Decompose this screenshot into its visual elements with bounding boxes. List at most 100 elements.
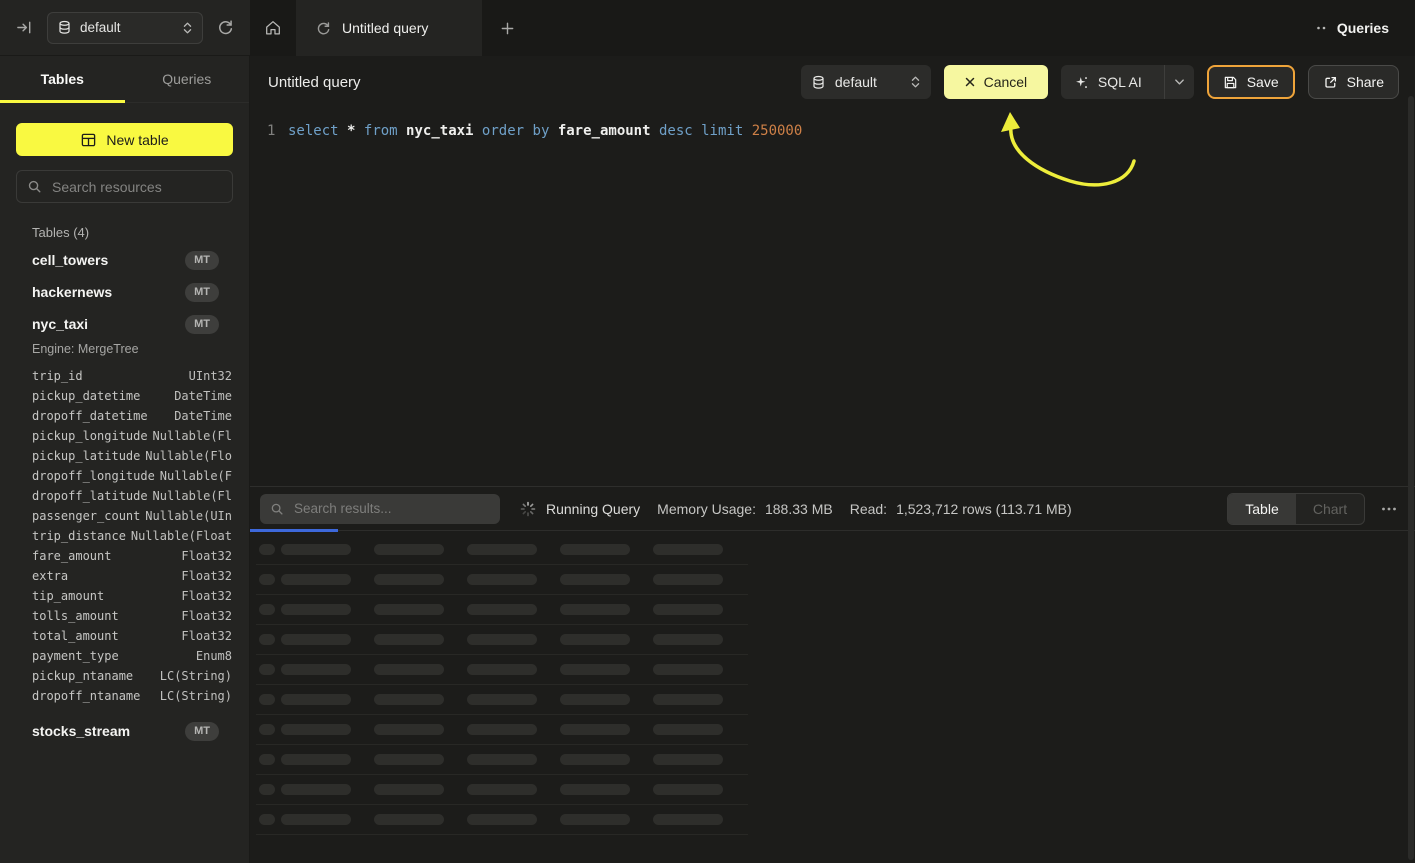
column-type: Nullable(Float [131,529,232,543]
column-row: dropoff_longitudeNullable(F [32,466,232,486]
table-row-nyc-taxi[interactable]: nyc_taxi MT [0,308,249,340]
column-type: UInt32 [189,369,232,383]
collapse-sidebar-icon[interactable] [12,15,37,40]
sql-token: nyc_taxi [406,123,473,139]
skeleton-cell [374,784,444,795]
spinner-icon [520,501,536,517]
column-name: tolls_amount [32,609,119,623]
skeleton-cell [560,544,630,555]
toggle-table[interactable]: Table [1228,494,1296,524]
column-name: dropoff_latitude [32,489,148,503]
chevron-down-icon[interactable] [1164,65,1194,99]
skeleton-cell [560,604,630,615]
column-type: Nullable(Flo [145,449,232,463]
skeleton-cell [281,634,351,645]
skeleton-cell [560,574,630,585]
sql-token: desc [659,123,693,139]
share-button[interactable]: Share [1308,65,1399,99]
tab-tables[interactable]: Tables [0,56,125,102]
memory-usage-label: Memory Usage: [657,501,756,517]
chevron-updown-icon [910,75,921,89]
table-name: hackernews [32,284,112,300]
sql-token: limit [701,123,743,139]
sql-ai-main: SQL AI [1061,65,1155,99]
column-row: tolls_amountFloat32 [32,606,232,626]
skeleton-cell [467,694,537,705]
more-options-icon[interactable] [1377,502,1401,516]
scrollbar[interactable] [1408,96,1414,860]
sql-token: order [482,123,524,139]
save-button[interactable]: Save [1207,65,1295,99]
column-name: pickup_ntaname [32,669,133,683]
skeleton-cell [281,664,351,675]
toggle-chart-label: Chart [1313,501,1347,517]
column-row: dropoff_datetimeDateTime [32,406,232,426]
query-database-value: default [835,74,901,90]
results-toolbar: Running Query Memory Usage: 188.33 MB Re… [250,487,1415,531]
toggle-chart[interactable]: Chart [1296,494,1364,524]
sidebar-search [16,170,233,203]
skeleton-cell [560,634,630,645]
tab-untitled-query[interactable]: Untitled query [296,0,482,56]
status-text: Running Query [546,501,640,517]
skeleton-row [256,805,748,835]
home-icon[interactable] [250,0,296,56]
skeleton-cell [259,634,275,645]
search-results-input[interactable] [292,500,490,517]
new-tab-icon[interactable] [482,0,532,56]
column-name: fare_amount [32,549,111,563]
save-label: Save [1247,74,1279,90]
results-panel: Running Query Memory Usage: 188.33 MB Re… [250,486,1415,863]
skeleton-cell [467,814,537,825]
sparkle-icon [1074,75,1089,90]
table-name: cell_towers [32,252,108,268]
table-row-stocks-stream[interactable]: stocks_stream MT [0,715,249,747]
skeleton-cell [653,694,723,705]
table-row-cell-towers[interactable]: cell_towers MT [0,244,249,276]
page-title: Untitled query [268,74,361,91]
table-row-hackernews[interactable]: hackernews MT [0,276,249,308]
column-name: pickup_latitude [32,449,140,463]
skeleton-cell [259,544,275,555]
column-type: Nullable(Fl [153,429,232,443]
database-icon [57,20,72,35]
skeleton-cell [560,724,630,735]
database-selector[interactable]: default [47,12,203,44]
column-name: dropoff_ntaname [32,689,140,703]
queries-link[interactable]: Queries [1290,0,1415,56]
skeleton-cell [281,754,351,765]
sql-ai-button[interactable]: SQL AI [1061,65,1194,99]
column-row: total_amountFloat32 [32,626,232,646]
queries-dots-icon [1316,24,1328,32]
refresh-icon[interactable] [213,15,238,40]
column-type: Float32 [181,569,232,583]
progress-bar [250,529,338,532]
column-type: DateTime [174,389,232,403]
skeleton-row [256,655,748,685]
column-name: trip_id [32,369,83,383]
column-row: pickup_latitude Nullable(Flo [32,446,232,466]
skeleton-cell [281,574,351,585]
engine-label: Engine: MergeTree [32,342,233,360]
topbar: default Untitled query [0,0,1415,56]
cancel-button[interactable]: Cancel [944,65,1048,99]
read-label: Read: [850,501,887,517]
sql-editor[interactable]: 1 select * from nyc_taxi order by fare_a… [250,108,1415,486]
main-panel: Untitled query default [250,56,1415,863]
skeleton-row [256,595,748,625]
tab-queries[interactable]: Queries [125,56,250,102]
query-database-selector[interactable]: default [801,65,931,99]
column-row: pickup_ntanameLC(String) [32,666,232,686]
skeleton-cell [281,724,351,735]
column-row: payment_typeEnum8 [32,646,232,666]
new-table-button[interactable]: New table [16,123,233,156]
search-resources-input[interactable] [50,178,222,196]
tab-label: Untitled query [342,20,428,36]
skeleton-cell [281,814,351,825]
tab-strip: Untitled query Queries [250,0,1415,56]
query-header: Untitled query default [250,56,1415,108]
column-name: total_amount [32,629,119,643]
skeleton-cell [374,724,444,735]
results-skeleton [256,531,748,835]
skeleton-cell [653,814,723,825]
